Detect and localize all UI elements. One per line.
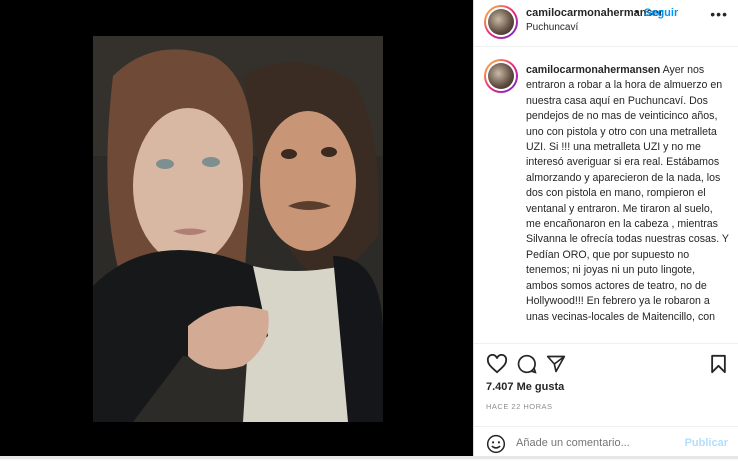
follow-button[interactable]: Seguir — [644, 7, 678, 19]
post-media-area — [0, 0, 473, 459]
post-timestamp[interactable]: HACE 22 HORAS — [486, 402, 553, 411]
share-icon[interactable] — [546, 354, 566, 374]
post-actions: 7.407 Me gusta HACE 22 HORAS Publicar — [474, 343, 738, 460]
caption-avatar[interactable] — [484, 59, 518, 93]
couple-photo-illustration — [93, 36, 383, 422]
post-header: camilocarmonahermanser • Seguir Puchunca… — [474, 0, 738, 47]
emoji-icon[interactable] — [486, 434, 506, 454]
comment-icon[interactable] — [517, 354, 537, 374]
caption-username[interactable]: camilocarmonahermansen — [526, 64, 660, 76]
header-username[interactable]: camilocarmonahermanser — [526, 7, 663, 19]
instagram-post: camilocarmonahermanser • Seguir Puchunca… — [0, 0, 738, 459]
caption: camilocarmonahermansen Ayer nos entraron… — [474, 47, 738, 343]
bookmark-icon[interactable] — [710, 354, 727, 374]
likes-count[interactable]: 7.407 Me gusta — [486, 381, 564, 393]
post-sidebar: camilocarmonahermanser • Seguir Puchunca… — [473, 0, 738, 459]
avatar[interactable] — [484, 5, 518, 39]
comment-input[interactable] — [516, 437, 676, 449]
location-link[interactable]: Puchuncaví — [526, 22, 578, 33]
post-photo[interactable] — [93, 36, 383, 422]
publish-button[interactable]: Publicar — [685, 437, 728, 449]
heart-icon[interactable] — [486, 354, 508, 374]
caption-body: Ayer nos entraron a robar a la hora de a… — [526, 64, 729, 323]
more-icon[interactable]: ••• — [710, 6, 728, 22]
caption-text: camilocarmonahermansen Ayer nos entraron… — [526, 63, 729, 325]
separator-dot: • — [635, 6, 639, 18]
